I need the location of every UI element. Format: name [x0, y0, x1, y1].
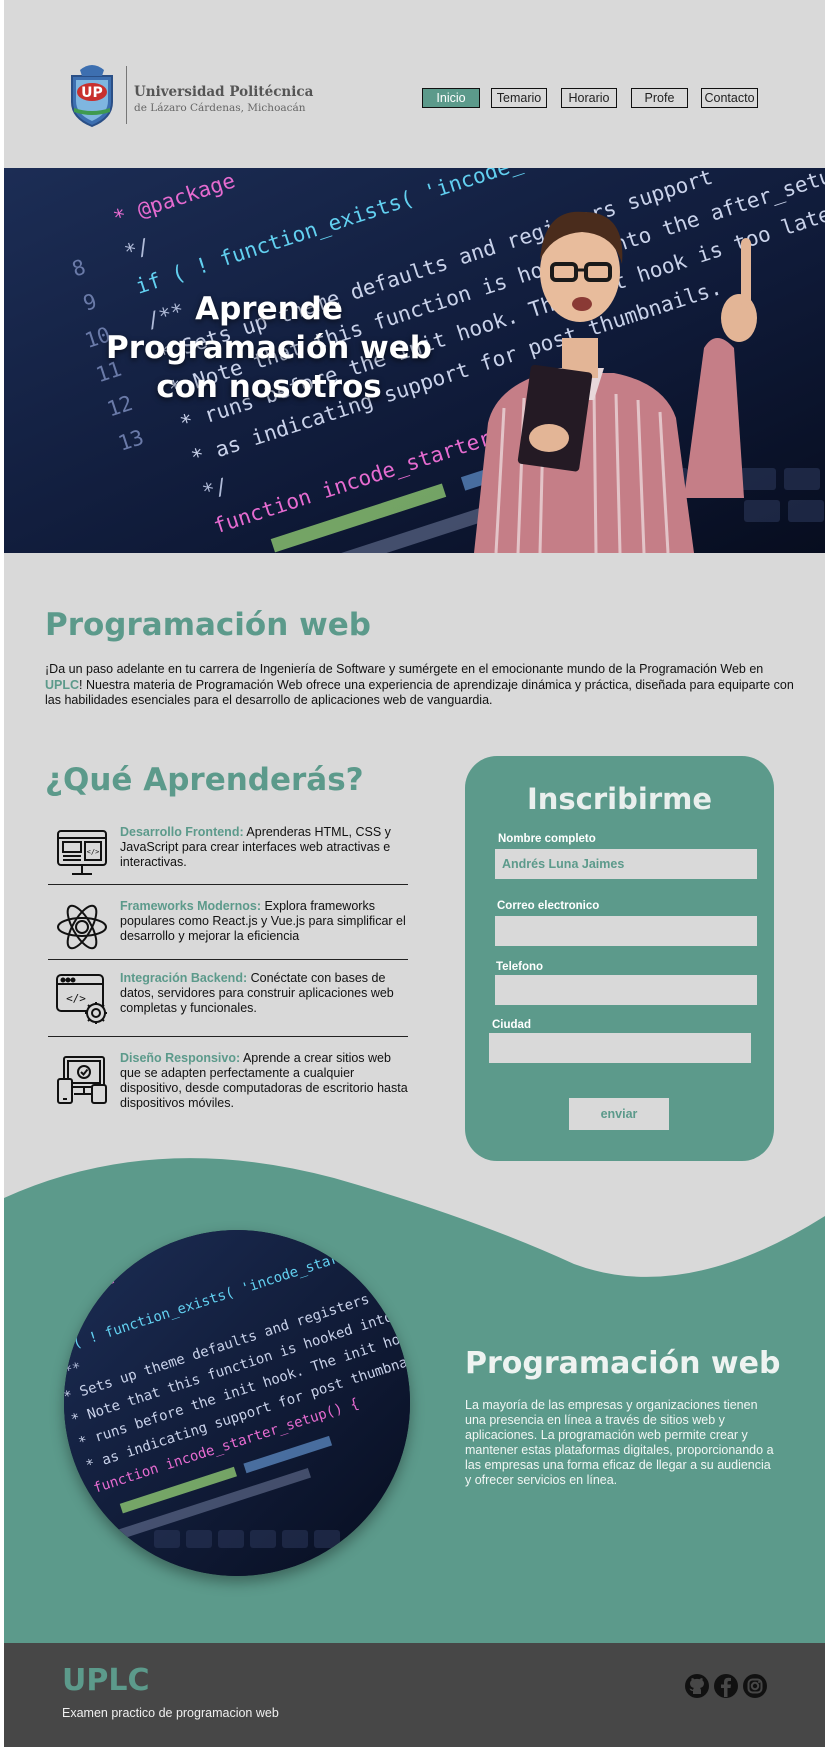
instagram-icon[interactable]: [742, 1673, 768, 1699]
learn-item-text: Desarrollo Frontend: Aprenderas HTML, CS…: [120, 825, 410, 870]
name-label: Nombre completo: [498, 833, 596, 845]
email-input[interactable]: [495, 916, 757, 946]
phone-input[interactable]: [495, 975, 757, 1005]
name-input[interactable]: [495, 849, 757, 879]
divider: [48, 1036, 408, 1037]
footer-subtitle: Examen practico de programacion web: [62, 1706, 279, 1720]
learn-item-title: Desarrollo Frontend:: [120, 825, 244, 839]
logo-name: Universidad Politécnica: [134, 84, 314, 100]
svg-text:UP: UP: [81, 85, 103, 101]
feature-text: La mayoría de las empresas y organizacio…: [465, 1398, 774, 1487]
svg-text:</>: </>: [66, 992, 86, 1005]
learn-item-title: Frameworks Modernos:: [120, 899, 262, 913]
svg-text:</>: </>: [87, 848, 100, 856]
hero-banner: 8 9 10 11 12 13 * @package */ if ( ! fun…: [4, 168, 825, 553]
facebook-icon[interactable]: [713, 1673, 739, 1699]
learn-item-title: Diseño Responsivo:: [120, 1051, 241, 1065]
divider: [48, 884, 408, 885]
about-text-part-2: ! Nuestra materia de Programación Web of…: [45, 677, 794, 708]
about-text-part-1: ¡Da un paso adelante en tu carrera de In…: [45, 662, 764, 676]
university-logo[interactable]: UP Universidad Politécnica de Lázaro Cár…: [66, 62, 313, 130]
feature-title: Programación web: [465, 1346, 781, 1381]
about-title: Programación web: [45, 607, 371, 643]
atom-icon: [57, 904, 107, 950]
submit-button[interactable]: enviar: [569, 1098, 669, 1130]
city-input[interactable]: [489, 1033, 751, 1063]
email-label: Correo electronico: [497, 900, 600, 912]
university-crest-icon: UP: [71, 65, 113, 128]
nav-horario[interactable]: Horario: [561, 88, 617, 108]
responsive-devices-icon: [57, 1056, 107, 1104]
code-image-circle: * @package if ( ! function_exists( 'inco…: [64, 1230, 410, 1576]
learn-title: ¿Qué Aprenderás?: [45, 762, 364, 798]
divider: [48, 959, 408, 960]
learn-item-text: Frameworks Modernos: Explora frameworks …: [120, 899, 410, 944]
logo-separator: [126, 66, 127, 124]
nav-temario[interactable]: Temario: [491, 88, 547, 108]
form-title: Inscribirme: [526, 782, 713, 816]
site-header: UP Universidad Politécnica de Lázaro Cár…: [4, 0, 825, 168]
code-gear-icon: </>: [56, 974, 107, 1024]
learn-item-title: Integración Backend:: [120, 971, 248, 985]
nav-profe[interactable]: Profe: [631, 88, 688, 108]
site-footer: UPLC Examen practico de programacion web: [4, 1643, 825, 1747]
about-text: ¡Da un paso adelante en tu carrera de In…: [45, 662, 795, 709]
logo-subtitle: de Lázaro Cárdenas, Michoacán: [134, 102, 306, 114]
uplc-highlight: UPLC: [45, 677, 80, 692]
nav-contacto[interactable]: Contacto: [701, 88, 758, 108]
hero-title: Aprende Programación web con nosotros: [106, 291, 432, 405]
code-image: * @package if ( ! function_exists( 'inco…: [64, 1230, 410, 1576]
city-label: Ciudad: [492, 1019, 531, 1031]
nav-inicio[interactable]: Inicio: [422, 88, 480, 108]
web-layout-icon: </>: [57, 830, 107, 875]
enroll-form: Inscribirme Nombre completo Correo elect…: [465, 756, 774, 1161]
learn-item-text: Integración Backend: Conéctate con bases…: [120, 971, 410, 1016]
github-icon[interactable]: [684, 1673, 710, 1699]
footer-brand: UPLC: [62, 1663, 150, 1698]
learn-item-text: Diseño Responsivo: Aprende a crear sitio…: [120, 1051, 410, 1111]
page: UP Universidad Politécnica de Lázaro Cár…: [4, 0, 825, 1747]
phone-label: Telefono: [496, 961, 544, 973]
